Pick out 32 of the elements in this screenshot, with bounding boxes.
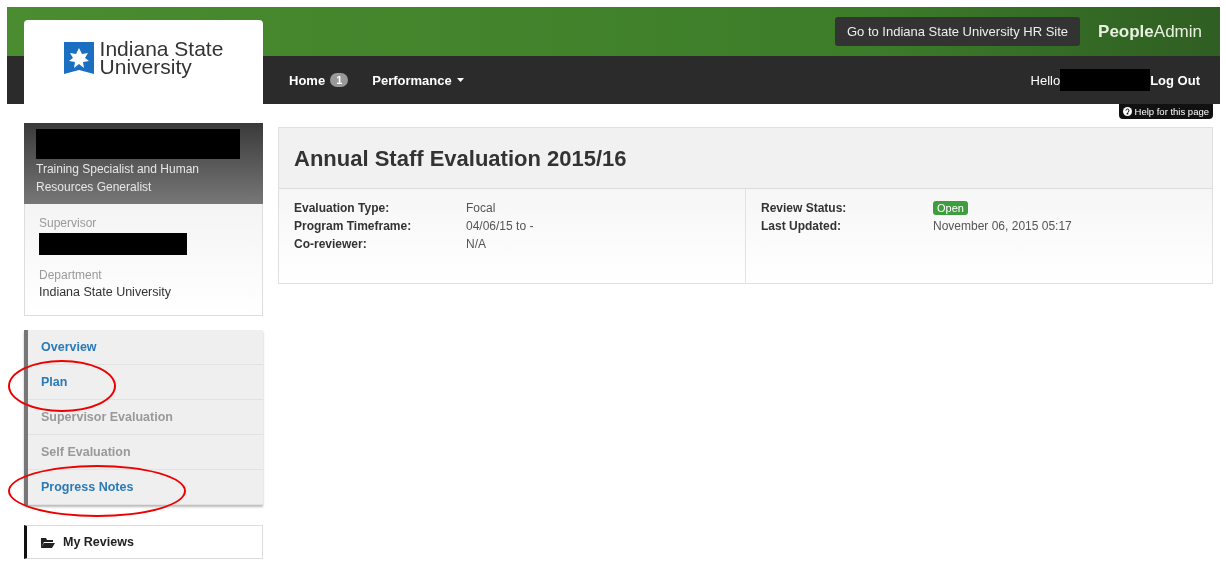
brand-logo: PeopleAdmin [1098,21,1202,42]
field-label: Last Updated: [761,219,842,233]
field-label: Supervisor [39,216,98,230]
folder-icon [41,536,55,548]
field-label: Department [39,268,103,282]
field-label: Evaluation Type: [294,201,391,215]
field-value: Indiana State University [39,285,172,299]
nav-link[interactable]: Home 1 [289,72,349,88]
job-title: Resources Generalist [36,179,153,195]
university-logo-icon [63,40,94,76]
field-label: Program Timeframe: [294,219,413,233]
field-value: 04/06/15 to - [466,219,535,233]
logo-text: Indiana State [99,40,224,58]
question-icon [1122,107,1132,116]
help-link[interactable]: Help for this page [1118,104,1213,119]
my-reviews-link[interactable]: My Reviews [24,525,263,559]
logo-text: University [99,58,192,76]
field-label: Co-reviewer: [294,237,368,251]
sidebar-link[interactable]: Progress Notes [28,470,263,505]
page-title: Annual Staff Evaluation 2015/16 [279,128,1212,189]
hr-site-button[interactable]: Go to Indiana State University HR Site [834,17,1081,46]
job-title: Training Specialist and Human [36,161,200,177]
greeting-text: Hello [1030,72,1061,88]
sidebar-link[interactable]: Plan [28,365,263,400]
field-value: Focal [466,201,497,215]
status-badge: Open [933,201,968,215]
sidebar-link[interactable]: Overview [28,330,263,365]
nav-link[interactable]: Performance [372,72,464,88]
logout-link[interactable]: Log Out [1150,72,1200,88]
field-value: N/A [466,237,487,251]
field-label: Review Status: [761,201,848,215]
field-value: November 06, 2015 05:17 [933,219,1073,233]
